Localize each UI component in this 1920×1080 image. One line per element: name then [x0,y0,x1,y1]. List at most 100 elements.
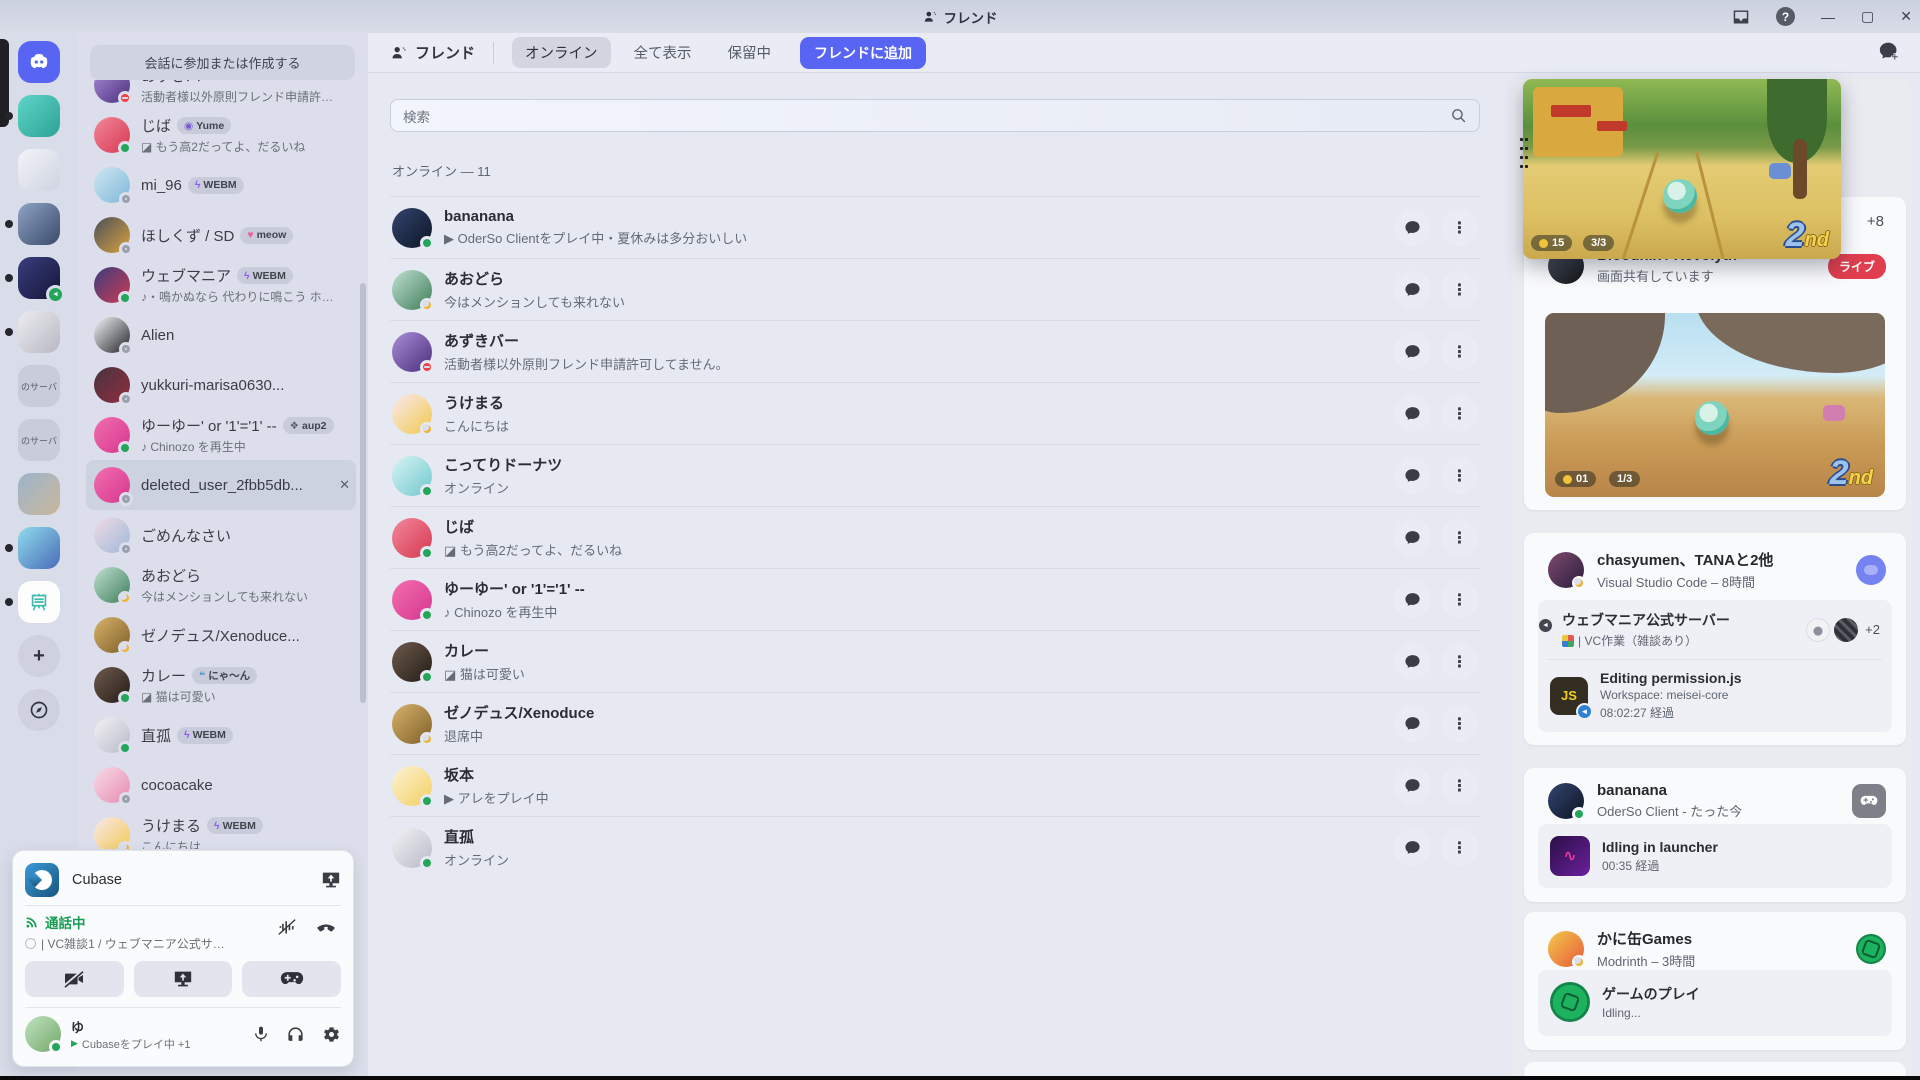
server-icon[interactable]: + ◄ [18,635,60,677]
more-button[interactable]: ⋮ [1441,457,1478,494]
nav-friends[interactable]: フレンド [390,42,475,63]
maximize-button[interactable]: ▢ [1861,8,1874,25]
message-button[interactable] [1394,209,1431,246]
message-button[interactable] [1394,519,1431,556]
noise-suppression-icon[interactable] [277,918,297,936]
friend-row[interactable]: bananana ▶ OderSo Clientをプレイ中・夏休みは多分おいしい… [390,196,1480,258]
screen-share-button[interactable] [134,961,233,997]
activity-button[interactable] [242,961,341,997]
settings-gear-icon[interactable] [322,1025,341,1044]
dm-row[interactable]: mi_96 ϟ WEBM ✕ [86,160,356,210]
dm-row[interactable]: あおどら 今はメンションしても来れない ✕ [86,560,356,610]
server-icon[interactable]: のサーバ + ◄ [18,419,60,461]
dm-row[interactable]: yukkuri-marisa0630... ✕ [86,360,356,410]
server-icon[interactable]: + ◄ [18,41,60,83]
dm-row[interactable]: ゆーゆー' or '1'='1' -- ❖ aup2 ♪ Chinozo を再生… [86,410,356,460]
more-button[interactable]: ⋮ [1441,643,1478,680]
message-button[interactable] [1394,395,1431,432]
dm-row[interactable]: ほしくず / SD ♥ meow ✕ [86,210,356,260]
kani-activity-card[interactable]: かに缶Games Modrinth – 3時間 ゲームのプレイ Idling..… [1524,912,1906,1050]
stream-pip-window[interactable]: 15 3/3 2nd [1523,79,1841,259]
add-friend-button[interactable]: フレンドに追加 [800,37,926,69]
more-button[interactable]: ⋮ [1441,209,1478,246]
dm-row[interactable]: カレー ❝ にゃ～ん ◪ 猫は可愛い ✕ [86,660,356,710]
dm-row[interactable]: ごめんなさい ✕ [86,510,356,560]
dm-row[interactable]: あずきバー 活動者様以外原則フレンド申請許… ✕ [86,80,356,110]
badge-label: aup2 [302,420,327,432]
friend-row[interactable]: カレー ◪ 猫は可愛い ⋮ [390,630,1480,692]
friend-row[interactable]: あずきバー 活動者様以外原則フレンド申請許可してません。 ⋮ [390,320,1480,382]
more-button[interactable]: ⋮ [1441,333,1478,370]
message-button[interactable] [1394,705,1431,742]
search-input[interactable]: 検索 [390,99,1480,132]
server-icon[interactable]: + ◄ [18,581,60,623]
camera-button[interactable] [25,961,124,997]
server-icon[interactable]: + ◄ [18,689,60,731]
server-icon[interactable]: + ◄ [18,473,60,515]
server-icon[interactable]: + ◄ [18,257,60,299]
friends-tab[interactable]: 保留中 [715,37,785,68]
dm-row[interactable]: Alien ✕ [86,310,356,360]
server-icon[interactable]: + ◄ [18,149,60,191]
voice-channel[interactable]: | VC雑談1 / ウェブマニア公式サ… [25,935,269,952]
friend-row[interactable]: じば ◪ もう高2だってよ、だるいね ⋮ [390,506,1480,568]
more-button[interactable]: ⋮ [1441,767,1478,804]
self-avatar[interactable] [25,1016,61,1052]
dm-scrollbar[interactable] [360,283,366,703]
message-button[interactable] [1394,271,1431,308]
message-button[interactable] [1394,457,1431,494]
join-create-conversation-button[interactable]: 会話に参加または作成する [90,45,355,80]
friend-row[interactable]: 直孤 オンライン ⋮ [390,816,1480,878]
close-dm-icon[interactable]: ✕ [339,477,350,493]
dm-row[interactable]: ウェブマニア ϟ WEBM ♪・鳴かぬなら 代わりに鳴こう ホ… ✕ [86,260,356,310]
close-button[interactable]: ✕ [1900,8,1912,25]
help-icon[interactable]: ? [1776,7,1795,26]
dm-row[interactable]: deleted_user_2fbb5db... ✕ [86,460,356,510]
minimize-button[interactable]: — [1821,9,1835,25]
friends-tab[interactable]: オンライン [512,37,611,68]
message-button[interactable] [1394,333,1431,370]
headphones-icon[interactable] [286,1025,305,1044]
dm-row[interactable]: ゼノデュス/Xenoduce... ✕ [86,610,356,660]
dm-row[interactable]: うけまる ϟ WEBM こんにちは ✕ [86,810,356,849]
more-button[interactable]: ⋮ [1441,519,1478,556]
server-icon[interactable]: のサーバ + ◄ [18,365,60,407]
bananana-activity-card[interactable]: bananana OderSo Client - たった今 ∿ Idling i… [1524,768,1906,902]
self-status: ▶ Cubaseをプレイ中 +1 [71,1036,253,1052]
mic-icon[interactable] [253,1024,269,1044]
new-group-dm-icon[interactable] [1878,41,1900,61]
dm-row[interactable]: cocoacake ✕ [86,760,356,810]
server-icon[interactable]: + ◄ [18,527,60,569]
friend-row[interactable]: あおどら 今はメンションしても来れない ⋮ [390,258,1480,320]
message-button[interactable] [1394,829,1431,866]
stream-preview[interactable]: 01 1/3 2nd [1545,313,1885,497]
message-button[interactable] [1394,767,1431,804]
server-icon[interactable]: + ◄ [18,311,60,353]
friends-tab[interactable]: 全て表示 [621,37,705,68]
dm-row[interactable]: 直孤 ϟ WEBM ✕ [86,710,356,760]
server-icon[interactable]: + ◄ [18,203,60,245]
more-button[interactable]: ⋮ [1441,271,1478,308]
coin-counter: 01 [1555,471,1596,487]
more-button[interactable]: ⋮ [1441,829,1478,866]
friend-row[interactable]: 坂本 ▶ アレをプレイ中 ⋮ [390,754,1480,816]
server-icon[interactable]: + ◄ [18,95,60,137]
message-button[interactable] [1394,643,1431,680]
disconnect-call-icon[interactable] [315,918,337,936]
vscode-activity-card[interactable]: chasyumen、TANAと2他 Visual Studio Code – 8… [1524,533,1906,745]
more-button[interactable]: ⋮ [1441,705,1478,742]
friend-row[interactable]: ゆーゆー' or '1'='1' -- ♪ Chinozo を再生中 ⋮ [390,568,1480,630]
more-button[interactable]: ⋮ [1441,395,1478,432]
stream-app-button[interactable] [321,871,341,889]
voice-channel-row[interactable]: ◄ ウェブマニア公式サーバー | VC作業（雑談あり） +2 [1538,600,1892,659]
message-button[interactable] [1394,581,1431,618]
dm-row[interactable]: じば ◉ Yume ◪ もう高2だってよ、だるいね ✕ [86,110,356,160]
avatar [392,332,432,372]
pip-drag-handle[interactable] [1519,135,1529,171]
friend-row[interactable]: こってりドーナツ オンライン ⋮ [390,444,1480,506]
avatar [94,167,130,203]
friend-row[interactable]: ゼノデュス/Xenoduce 退席中 ⋮ [390,692,1480,754]
more-button[interactable]: ⋮ [1441,581,1478,618]
friend-row[interactable]: うけまる こんにちは ⋮ [390,382,1480,444]
inbox-icon[interactable] [1732,9,1750,25]
